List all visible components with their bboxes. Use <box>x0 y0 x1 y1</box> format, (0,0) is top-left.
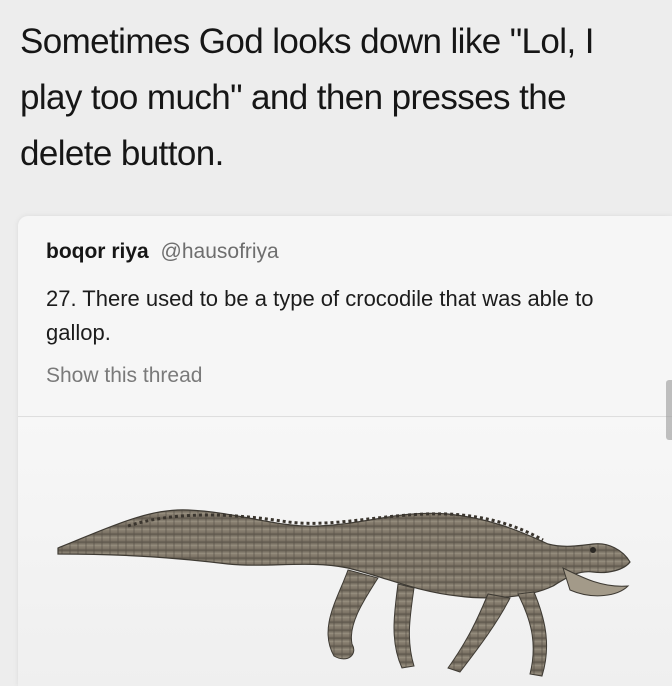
crocodile-front-leg <box>447 593 511 673</box>
show-thread-link[interactable]: Show this thread <box>46 364 202 388</box>
tweet-text: 27. There used to be a type of crocodile… <box>46 286 594 345</box>
tweet-author-name[interactable]: boqor riya <box>46 240 149 263</box>
tweet-media-image[interactable] <box>18 418 672 686</box>
tweet-author-row: boqor riya @hausofriya <box>46 240 279 264</box>
crocodile-front-leg-2 <box>517 591 548 677</box>
crocodile-hind-leg-2 <box>393 583 415 669</box>
quoted-tweet-card[interactable]: boqor riya @hausofriya 27. There used to… <box>18 216 672 686</box>
scroll-edge-indicator[interactable] <box>666 380 672 440</box>
tweet-author-handle[interactable]: @hausofriya <box>161 240 279 263</box>
crocodile-illustration <box>57 509 631 677</box>
tweet-header-section: boqor riya @hausofriya 27. There used to… <box>18 216 672 417</box>
crocodile-eye <box>590 547 596 553</box>
meme-caption: Sometimes God looks down like "Lol, I pl… <box>20 22 594 173</box>
crocodile-hind-leg <box>327 569 379 660</box>
